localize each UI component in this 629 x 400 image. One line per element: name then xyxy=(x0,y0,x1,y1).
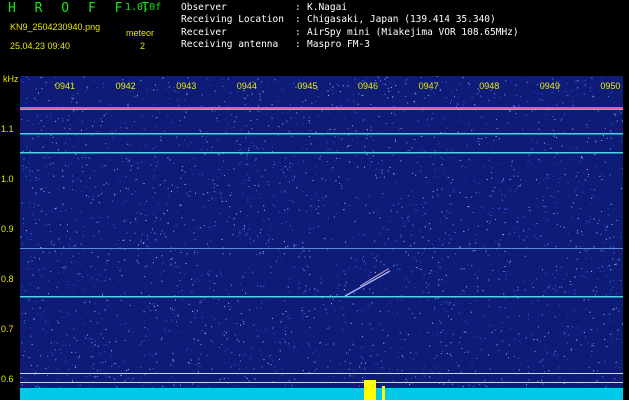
time-tick-label: 0948 xyxy=(479,81,500,91)
time-tick-label: 0943 xyxy=(176,81,197,91)
info-row: Receiving antenna: Maspro FM-3 xyxy=(181,38,370,50)
time-tick-label: 0947 xyxy=(418,81,439,91)
time-tick-label: 0942 xyxy=(115,81,136,91)
time-tick-label: 0944 xyxy=(236,81,257,91)
frequency-tick-label: 0.9 xyxy=(1,224,14,234)
activity-peak xyxy=(382,386,385,400)
info-value: AirSpy mini (Miakejima VOR 108.65MHz) xyxy=(307,26,519,38)
reference-line xyxy=(20,382,623,383)
observation-info: Observer: K.Nagai Receiving Location: Chig… xyxy=(181,2,519,51)
time-tick-label: 0946 xyxy=(358,81,379,91)
noise-layer xyxy=(20,76,623,400)
carrier-trace-top xyxy=(20,107,623,109)
spectrogram-plot xyxy=(20,76,623,400)
time-tick-label: 0950 xyxy=(600,81,621,91)
time-tick-label: 0949 xyxy=(539,81,560,91)
info-key: Receiving Location xyxy=(181,14,284,26)
time-tick-label: 0945 xyxy=(297,81,318,91)
info-value: Chigasaki, Japan (139.414 35.340) xyxy=(307,14,496,26)
info-value: Maspro FM-3 xyxy=(307,38,370,50)
carrier-trace xyxy=(20,152,623,154)
frequency-tick-label: 0.7 xyxy=(1,324,14,334)
info-row: Receiver: AirSpy mini (Miakejima VOR 108.… xyxy=(181,26,519,38)
meteor-echo xyxy=(359,268,389,287)
info-key: Receiving antenna xyxy=(181,38,279,50)
reference-line xyxy=(20,373,623,374)
mode-value: 2 xyxy=(140,41,146,51)
info-row: Observer: K.Nagai xyxy=(181,2,348,13)
time-tick-label: 0941 xyxy=(55,81,76,91)
filename-label: KN9_2504230940.png xyxy=(10,22,101,32)
carrier-trace xyxy=(20,133,623,135)
activity-bar xyxy=(20,388,623,400)
carrier-trace-top-green xyxy=(20,109,623,110)
faint-trace xyxy=(20,248,623,249)
frequency-tick-label: 1.0 xyxy=(1,174,14,184)
info-key: Receiver xyxy=(181,26,227,38)
spectrogram-svg xyxy=(20,76,623,400)
mode-label: meteor xyxy=(126,28,155,38)
info-key: Observer xyxy=(181,2,227,13)
frequency-tick-label: 1.1 xyxy=(1,124,14,134)
info-value: K.Nagai xyxy=(307,2,348,13)
activity-peak xyxy=(364,380,376,400)
meteor-echo xyxy=(344,270,391,297)
frequency-tick-label: 0.8 xyxy=(1,274,14,284)
header-panel: H R O F F T 1.0.0f KN9_2504230940.png me… xyxy=(0,0,629,72)
frequency-tick-label: 0.6 xyxy=(1,374,14,384)
frequency-unit-label: kHz xyxy=(3,74,19,84)
datetime-label: 25.04.23 09:40 xyxy=(10,41,71,51)
version-label: 1.0.0f xyxy=(125,2,162,13)
carrier-trace xyxy=(20,296,623,298)
info-row: Receiving Location: Chigasaki, Japan (139… xyxy=(181,14,496,26)
